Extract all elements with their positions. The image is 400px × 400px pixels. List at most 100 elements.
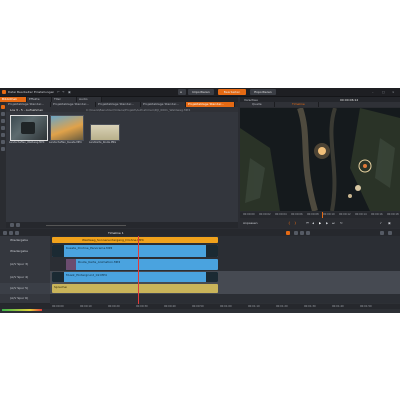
audio-mixer-icon[interactable] bbox=[306, 230, 310, 235]
video-clip-1[interactable]: Kueste_Drohne_Panorama.MP4 bbox=[52, 245, 218, 257]
folder-bar: Los 3 - 5 - Aufnahmen C:\Users\Benutzer\… bbox=[6, 107, 238, 112]
preview-tick-8: 00:00:16 bbox=[371, 213, 383, 216]
tl-tick-7: 00:01:10 bbox=[248, 305, 260, 308]
tl-tick-11: 00:01:50 bbox=[360, 305, 372, 308]
preview-tick-2: 00:00:04 bbox=[275, 213, 287, 216]
photo-icon[interactable] bbox=[1, 119, 5, 123]
undo-icon[interactable]: ↶ bbox=[57, 90, 60, 94]
tl-tick-3: 00:00:30 bbox=[136, 305, 148, 308]
volume-icon[interactable]: ♪ bbox=[380, 221, 382, 225]
tl-tick-4: 00:00:40 bbox=[164, 305, 176, 308]
preview-playhead[interactable] bbox=[322, 212, 323, 218]
marker-icon[interactable] bbox=[300, 230, 304, 235]
effects-icon[interactable] bbox=[1, 147, 5, 151]
grid-view-icon[interactable] bbox=[16, 223, 20, 227]
snap-icon[interactable] bbox=[286, 230, 290, 235]
mark-out-icon[interactable]: ❭ bbox=[294, 221, 297, 225]
step-forward-icon[interactable]: ▶ bbox=[326, 221, 328, 225]
home-button[interactable]: ⌂ bbox=[178, 89, 186, 95]
video-clip-2[interactable]: Route_Karte_Animation.MP4 bbox=[66, 259, 218, 270]
tab-timeline-preview[interactable]: Timeline bbox=[290, 102, 319, 107]
menu-settings[interactable]: Einstellungen bbox=[34, 90, 54, 94]
video-clip-3[interactable]: Musik_Hintergrund_02.MP4 bbox=[52, 272, 218, 282]
ripple-icon[interactable] bbox=[294, 230, 298, 235]
app-logo-icon bbox=[2, 90, 6, 94]
clip-thumbnail-coast[interactable] bbox=[50, 115, 84, 141]
mode-edit-button[interactable]: Bearbeiten bbox=[218, 89, 246, 95]
preview-tick-1: 00:00:02 bbox=[259, 213, 271, 216]
tab-source[interactable]: Quelle bbox=[250, 102, 275, 107]
preview-video-frame bbox=[240, 108, 400, 211]
transition-icon[interactable] bbox=[1, 133, 5, 137]
clip-name-2: Landschaften_Kueste.MP4 bbox=[49, 141, 82, 144]
close-icon[interactable]: × bbox=[392, 90, 395, 94]
timeline-panel: Wiedergabe Wiedergabe (A/V Spur 3) (A/V … bbox=[0, 236, 400, 313]
maximize-icon[interactable]: □ bbox=[382, 90, 385, 94]
track-name-3: (A/V Spur 3) bbox=[10, 262, 29, 266]
title-clip[interactable]: Waldweg_Sonnenuntergang_Drohne.MP4 bbox=[52, 237, 218, 243]
clip-thumbnail-forest[interactable] bbox=[10, 115, 48, 141]
clip-thumbnail-map[interactable] bbox=[90, 124, 120, 141]
track-name-1: Wiedergabe bbox=[10, 238, 29, 242]
trash-icon[interactable] bbox=[9, 230, 13, 235]
skip-back-icon[interactable]: ⏮ bbox=[306, 221, 309, 225]
video-clip-2-label: Route_Karte_Animation.MP4 bbox=[78, 260, 121, 264]
mark-in-icon[interactable]: ❬ bbox=[288, 221, 291, 225]
zoom-select[interactable]: Anpassen bbox=[243, 221, 258, 225]
track-header-2[interactable]: Wiedergabe bbox=[0, 244, 50, 259]
menu-edit[interactable]: Bearbeiten bbox=[17, 90, 33, 94]
preview-ruler[interactable]: 00:00:00 00:00:02 00:00:04 00:00:06 00:0… bbox=[240, 212, 400, 218]
thumbnail-size-slider[interactable] bbox=[46, 224, 126, 226]
timeline-playhead[interactable] bbox=[138, 236, 139, 306]
mode-export-button[interactable]: Exportieren bbox=[250, 89, 276, 95]
timeline-name: Timeline 1 bbox=[108, 230, 124, 235]
clip-name-1: Landschaften_Waldweg.MP4 bbox=[9, 141, 45, 144]
menu-file[interactable]: Datei bbox=[8, 90, 16, 94]
clip-thumb-3 bbox=[52, 272, 64, 282]
razor-tool-icon[interactable] bbox=[3, 230, 7, 235]
preview-timecode: 00:00:06:12 bbox=[340, 97, 359, 102]
clip-thumb-3b bbox=[206, 272, 218, 282]
preview-tick-6: 00:00:12 bbox=[339, 213, 351, 216]
clip-name-3: Landkarte_Route.PNG bbox=[89, 141, 117, 144]
preview-panel: Vorschau 00:00:06:12 Quelle Timeline 00:… bbox=[240, 97, 400, 228]
mode-import-button[interactable]: Importieren bbox=[188, 89, 214, 95]
redo-icon[interactable]: ↷ bbox=[62, 90, 65, 94]
title-clip-label: Waldweg_Sonnenuntergang_Drohne.MP4 bbox=[82, 238, 144, 242]
play-icon[interactable]: ▶ bbox=[319, 221, 321, 225]
loop-icon[interactable]: ↻ bbox=[340, 221, 343, 225]
video-icon[interactable] bbox=[1, 112, 5, 116]
tl-tick-10: 00:01:40 bbox=[332, 305, 344, 308]
skip-forward-icon[interactable]: ⏭ bbox=[332, 221, 335, 225]
list-view-icon[interactable] bbox=[10, 223, 14, 227]
track-name-2: Wiedergabe bbox=[10, 249, 29, 253]
zoom-out-icon[interactable] bbox=[380, 230, 384, 235]
preview-tick-0: 00:00:00 bbox=[243, 213, 255, 216]
track-name-4: (A/V Spur 4) bbox=[10, 275, 29, 279]
music-icon[interactable] bbox=[1, 126, 5, 130]
title-icon[interactable] bbox=[1, 140, 5, 144]
text-tool-icon[interactable] bbox=[15, 230, 19, 235]
video-clip-3-label: Musik_Hintergrund_02.MP4 bbox=[66, 273, 107, 277]
tl-tick-1: 00:00:10 bbox=[80, 305, 92, 308]
timeline-ruler[interactable]: 00:00:00 00:00:10 00:00:20 00:00:30 00:0… bbox=[0, 304, 400, 309]
zoom-in-icon[interactable] bbox=[388, 230, 392, 235]
track-header-3[interactable]: (A/V Spur 3) bbox=[0, 258, 50, 272]
step-back-icon[interactable]: ◀ bbox=[312, 221, 314, 225]
track-header-6[interactable]: (A/V Spur 6) bbox=[0, 294, 50, 304]
preview-tick-3: 00:00:06 bbox=[291, 213, 303, 216]
minimize-icon[interactable]: – bbox=[372, 90, 374, 94]
fullscreen-icon[interactable]: ▣ bbox=[388, 221, 391, 225]
clip-thumb-2 bbox=[66, 259, 76, 270]
audio-clip-label: Sprecher bbox=[54, 285, 68, 289]
thumbnail-image bbox=[21, 122, 35, 134]
track-name-5: (A/V Spur 5) bbox=[10, 286, 29, 290]
folder-icon[interactable] bbox=[1, 105, 5, 109]
audio-level-meter bbox=[2, 309, 42, 311]
audio-clip[interactable]: Sprecher bbox=[52, 284, 218, 293]
clip-end-thumb bbox=[206, 245, 218, 257]
home-icon: ⌂ bbox=[180, 90, 182, 94]
library-panel: Bibliothek Effekte Titel Audio Projektab… bbox=[0, 97, 238, 228]
track-name-6: (A/V Spur 6) bbox=[10, 296, 29, 300]
save-icon[interactable]: ▣ bbox=[68, 90, 71, 94]
